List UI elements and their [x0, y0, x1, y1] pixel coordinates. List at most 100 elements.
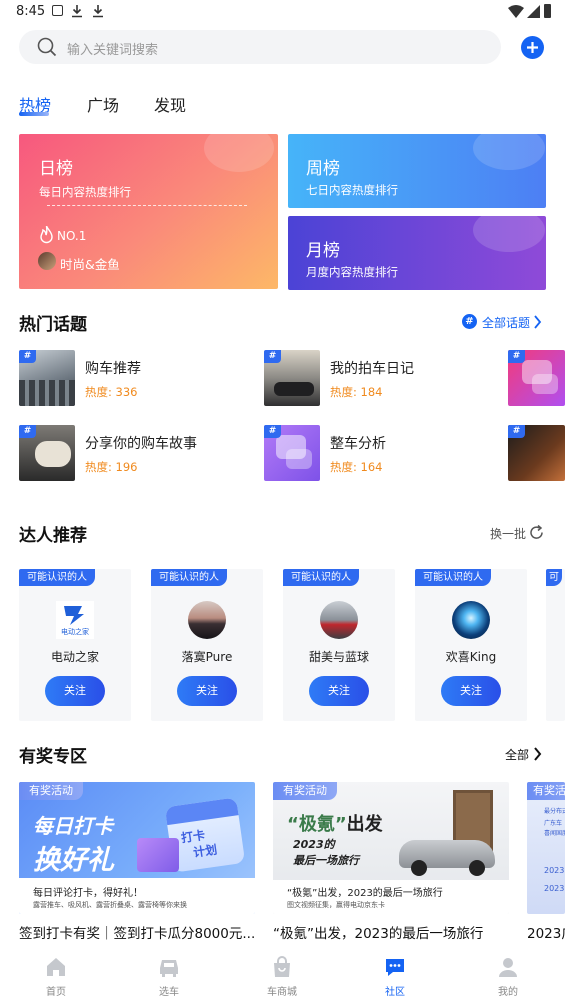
experts-title: 达人推荐: [19, 526, 87, 546]
topic-heat: 热度: 196: [85, 460, 138, 474]
add-button[interactable]: [521, 36, 544, 59]
banner-text: 换好礼: [33, 845, 114, 876]
topic-image[interactable]: #: [19, 350, 75, 406]
home-icon: [47, 958, 65, 976]
chevron-right-icon: [534, 747, 542, 761]
search-placeholder: 输入关键词搜索: [67, 43, 159, 58]
avatar: [452, 601, 490, 639]
topic-name[interactable]: 我的拍车日记: [330, 358, 414, 378]
prize-tag: 有奖活动: [19, 782, 83, 800]
download-icon: [93, 5, 103, 18]
hash-icon: #: [264, 350, 281, 363]
status-time: 8:45: [16, 4, 46, 19]
hash-icon: #: [508, 350, 525, 363]
nav-label: 我的: [498, 987, 518, 998]
monthly-ranking-subtitle: 月度内容热度排行: [306, 265, 398, 279]
follow-button[interactable]: 关注: [45, 676, 105, 706]
daily-ranking-card[interactable]: 日榜 每日内容热度排行 NO.1 时尚&金鱼: [19, 134, 278, 289]
banner-text: “极氪”出发: [287, 814, 383, 835]
expert-tag: 可能认识的人: [283, 569, 359, 586]
expert-card[interactable]: 可能认识的人 欢喜King 关注: [415, 569, 527, 721]
expert-name: 落寞Pure: [181, 650, 233, 664]
hash-icon: #: [264, 425, 281, 438]
nav-community[interactable]: 社区: [365, 950, 425, 1004]
monthly-ranking-card[interactable]: 月榜 月度内容热度排行: [288, 216, 546, 290]
all-prizes-label: 全部: [505, 748, 530, 762]
daily-ranking-title: 日榜: [39, 159, 73, 179]
nav-label: 车商城: [267, 987, 297, 998]
tab-square[interactable]: 广场: [87, 92, 119, 116]
weekly-ranking-subtitle: 七日内容热度排行: [306, 183, 398, 197]
search-icon: [37, 37, 57, 57]
banner-smalltext: 露营推车、吸风机、露营折叠桌、露营椅等你来换: [33, 901, 187, 909]
follow-button[interactable]: 关注: [441, 676, 501, 706]
expert-name: 甜美与蓝球: [308, 650, 369, 664]
search-input[interactable]: 输入关键词搜索: [19, 30, 501, 64]
chevron-right-icon: [534, 315, 542, 329]
prize-title[interactable]: 签到打卡有奖｜签到打卡瓜分8000元...: [19, 922, 255, 942]
follow-button[interactable]: 关注: [177, 676, 237, 706]
expert-card[interactable]: 可能认识的人 甜美与蓝球 关注: [283, 569, 395, 721]
banner-text: 2023的: [293, 838, 335, 851]
app-notification-icon: [52, 5, 63, 16]
nav-label: 社区: [385, 987, 405, 998]
refresh-icon: [530, 524, 543, 539]
topic-image[interactable]: #: [264, 350, 320, 406]
bottom-nav: 首页 选车 车商城 社区 我的: [0, 950, 565, 1004]
prize-title[interactable]: 2023广: [527, 922, 565, 942]
expert-card[interactable]: 可能认识的人 落寞Pure 关注: [151, 569, 263, 721]
banner-subtext: 每日评论打卡，得好礼！: [33, 888, 143, 899]
hash-icon: #: [19, 425, 36, 438]
avatar: [320, 601, 358, 639]
divider: [47, 205, 247, 206]
avatar: [38, 252, 56, 270]
chat-bubble-icon: [386, 959, 404, 976]
topic-name[interactable]: 购车推荐: [85, 358, 141, 378]
nav-select-car[interactable]: 选车: [139, 950, 199, 1004]
expert-card[interactable]: 可能认识的人 电动之家 电动之家 关注: [19, 569, 131, 721]
prize-title[interactable]: “极氪”出发，2023的最后一场旅行: [273, 922, 509, 942]
topic-name[interactable]: 整车分析: [330, 433, 386, 453]
weekly-ranking-card[interactable]: 周榜 七日内容热度排行: [288, 134, 546, 208]
banner-smalltext: 图文视频征集，赢得电动京东卡: [287, 901, 385, 909]
topic-heat: 热度: 184: [330, 385, 383, 399]
gift-box-icon: [137, 838, 179, 872]
nav-home[interactable]: 首页: [26, 950, 86, 1004]
topic-image[interactable]: #: [19, 425, 75, 481]
topic-image[interactable]: #: [508, 350, 565, 406]
avatar: 电动之家: [56, 601, 94, 639]
shopping-bag-icon: [274, 956, 290, 977]
expert-tag: 可能认识的人: [151, 569, 227, 586]
download-icon: [72, 5, 82, 18]
refresh-label: 换一批: [490, 527, 527, 541]
topic-image[interactable]: #: [508, 425, 565, 481]
expert-tag: 可能认识的人: [415, 569, 491, 586]
rank-number: NO.1: [57, 229, 87, 243]
prize-banner[interactable]: 有奖活动 “极氪”出发 2023的 最后一场旅行 “极氪”出发，2023的最后一…: [273, 782, 509, 914]
weekly-ranking-title: 周榜: [306, 159, 340, 179]
topic-name[interactable]: 分享你的购车故事: [85, 433, 197, 453]
expert-card[interactable]: 可: [546, 569, 565, 721]
brand-logo-icon: [64, 606, 84, 625]
topic-heat: 热度: 336: [85, 385, 138, 399]
wifi-icon: [508, 5, 524, 18]
nav-car-mall[interactable]: 车商城: [252, 950, 312, 1004]
monthly-ranking-title: 月榜: [306, 241, 340, 261]
expert-tag: 可能认识的人: [19, 569, 95, 586]
nav-mine[interactable]: 我的: [478, 950, 538, 1004]
flame-icon: [40, 226, 53, 244]
expert-name: 电动之家: [50, 650, 99, 664]
follow-button[interactable]: 关注: [309, 676, 369, 706]
banner-subtext: “极氪”出发，2023的最后一场旅行: [287, 888, 443, 899]
prize-banner[interactable]: 有奖活动 最分布式年 广东车 喜闻国度 2023 2023: [527, 782, 565, 914]
battery-icon: [544, 4, 551, 18]
topic-image[interactable]: #: [264, 425, 320, 481]
top-author-name: 时尚&金鱼: [60, 257, 120, 272]
nav-label: 选车: [159, 987, 179, 998]
car-icon: [160, 960, 178, 977]
user-icon: [499, 958, 517, 977]
prizes-title: 有奖专区: [19, 747, 87, 767]
tab-discover[interactable]: 发现: [154, 92, 186, 116]
all-topics-label: 全部话题: [482, 316, 531, 330]
prize-banner[interactable]: 有奖活动 每日打卡 换好礼 打卡 计划 每日评论打卡，得好礼！ 露营推车、吸风机…: [19, 782, 255, 914]
